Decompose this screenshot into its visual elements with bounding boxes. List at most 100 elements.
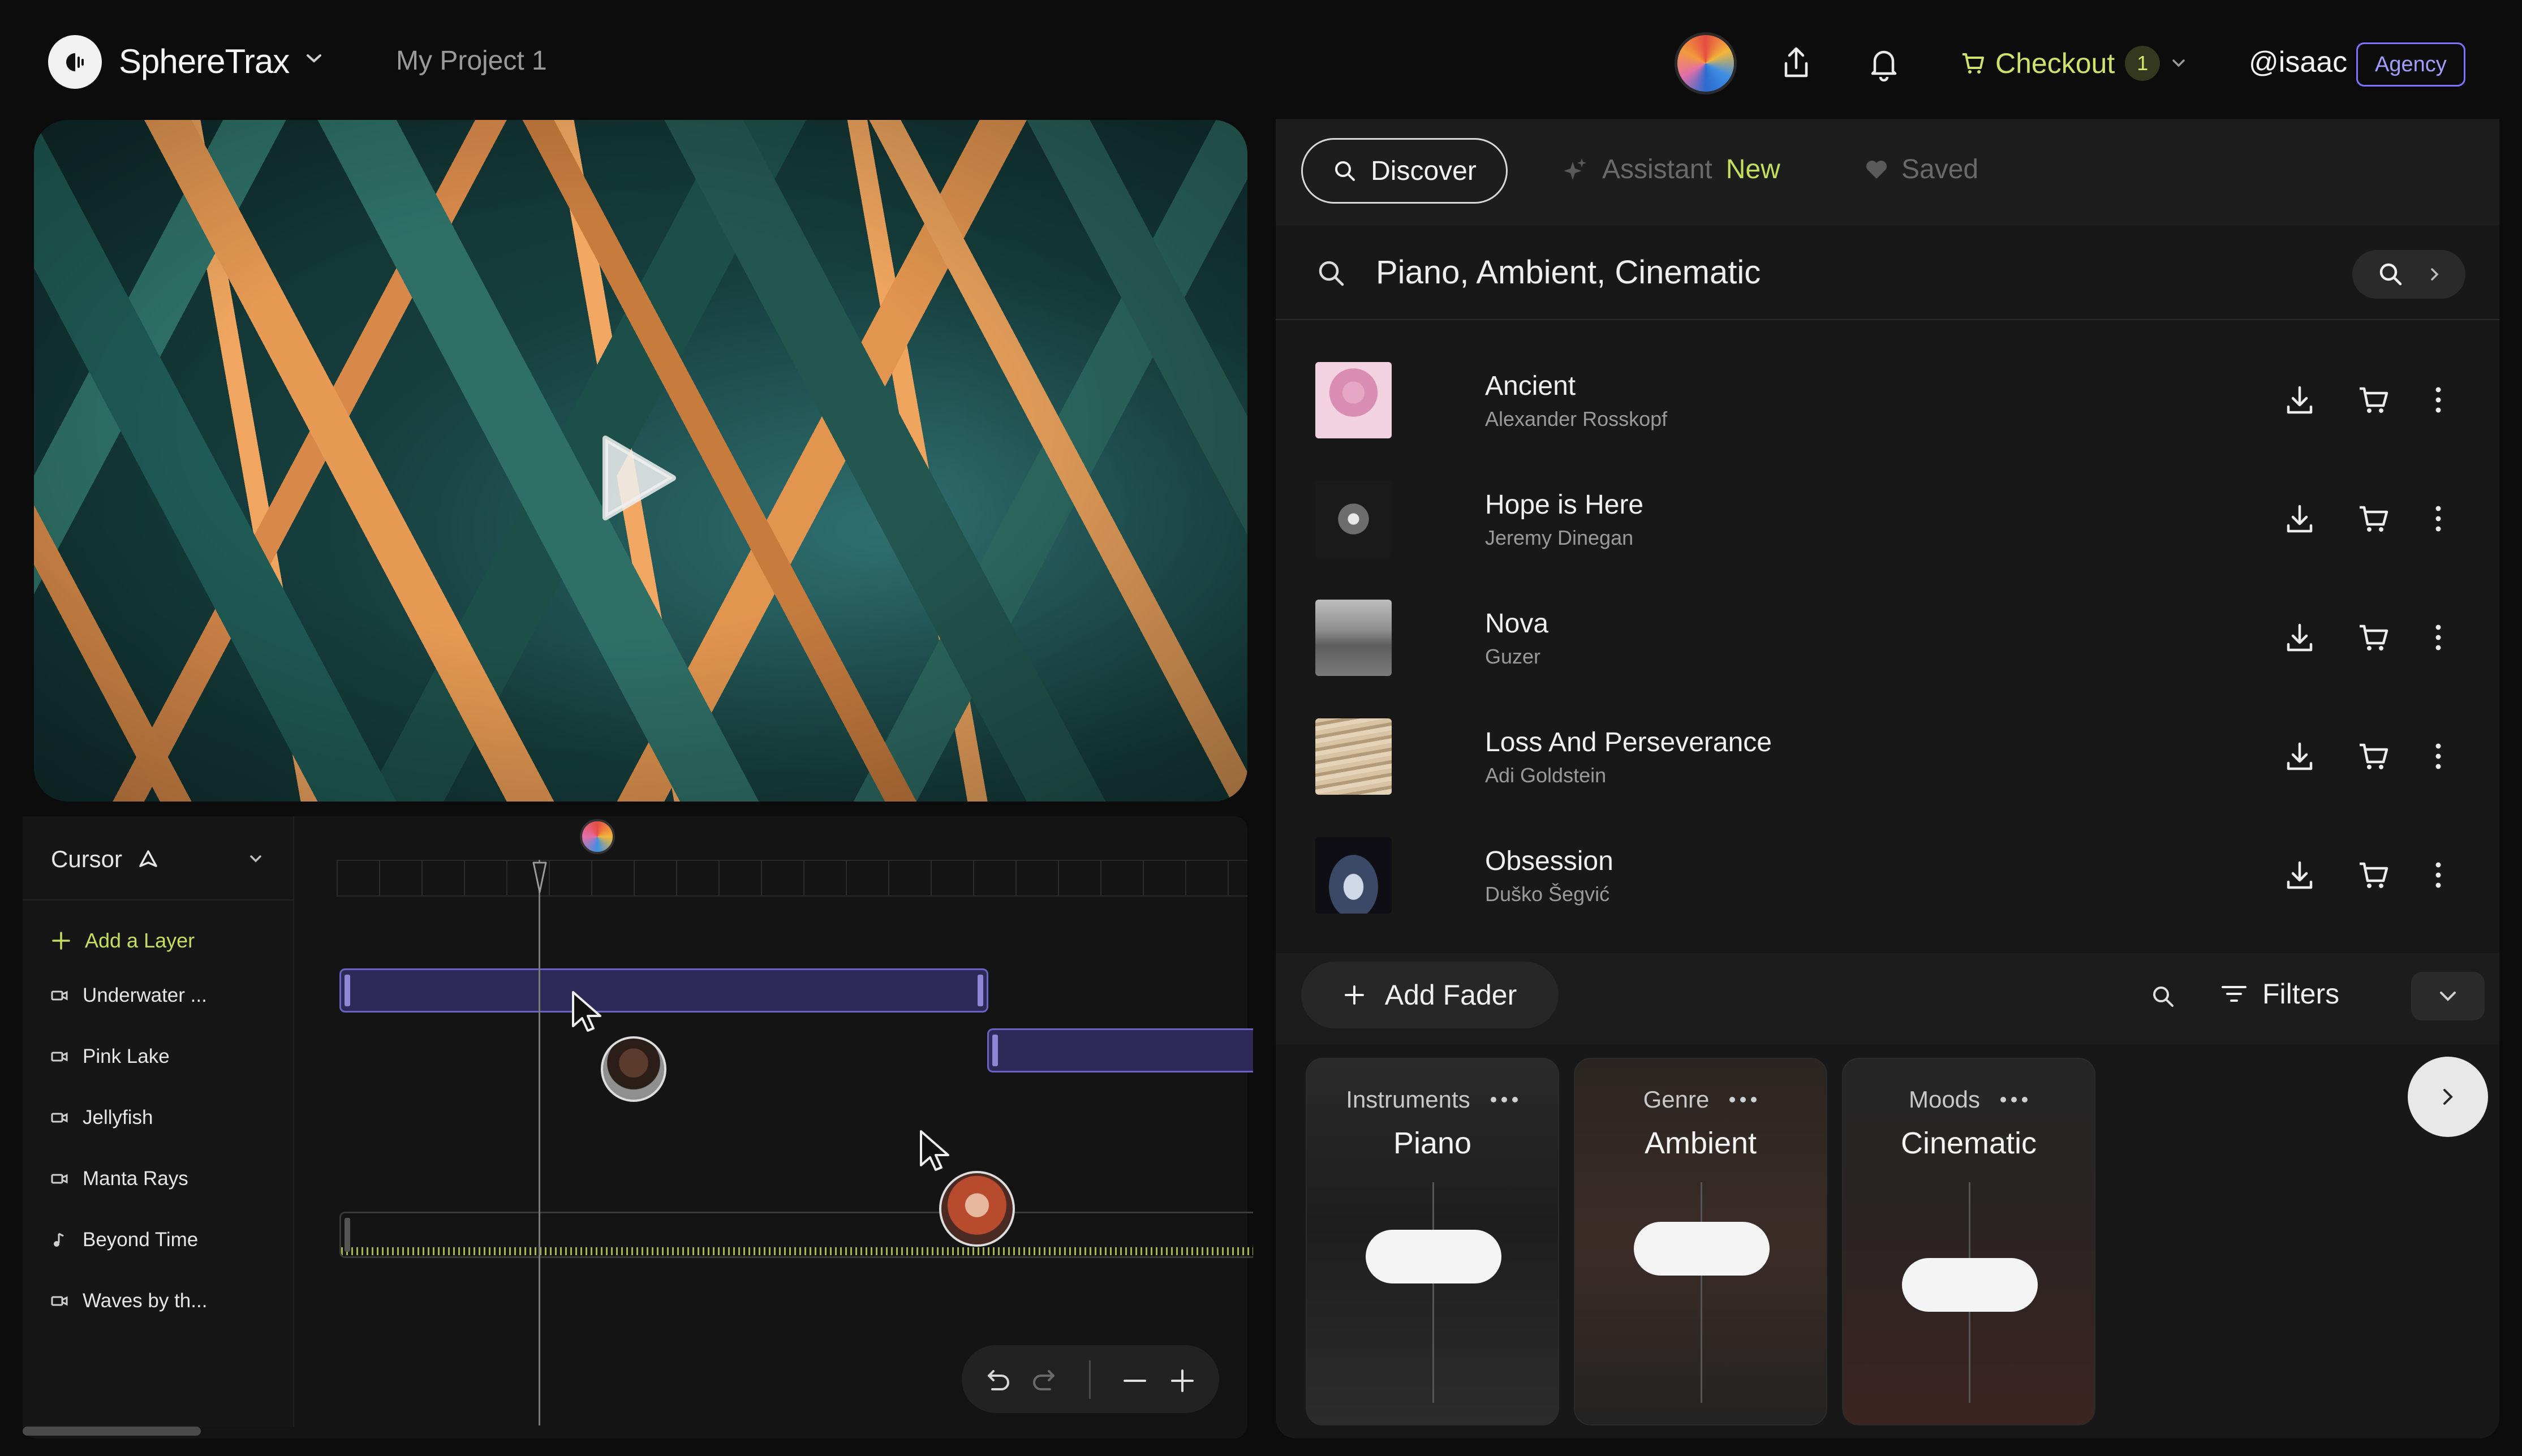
layer-item[interactable]: Jellyfish	[51, 1106, 153, 1129]
fader-card-header: Instruments	[1307, 1086, 1558, 1113]
download-icon[interactable]	[2283, 502, 2317, 536]
audio-clip-waveform[interactable]	[339, 1212, 1253, 1258]
search-submit-button[interactable]	[2352, 250, 2465, 299]
filters-label: Filters	[2262, 978, 2340, 1010]
next-faders-button[interactable]	[2408, 1057, 2488, 1137]
search-icon	[1319, 261, 1344, 286]
checkout-button[interactable]: Checkout 1	[1960, 41, 2187, 86]
collaborator-avatar	[580, 819, 615, 854]
chevron-down-icon	[2440, 992, 2456, 1001]
plus-icon	[1344, 985, 1364, 1005]
track-row[interactable]: Ancient Alexander Rosskopf	[1276, 342, 2499, 461]
divider	[1089, 1360, 1091, 1399]
playhead[interactable]	[539, 860, 540, 1425]
fader-knob[interactable]	[1366, 1230, 1501, 1283]
sparkle-icon	[1564, 158, 1586, 180]
cart-icon[interactable]	[2356, 739, 2390, 773]
share-icon[interactable]	[1779, 45, 1813, 80]
play-icon[interactable]	[600, 433, 679, 523]
more-vertical-icon[interactable]	[2430, 739, 2447, 773]
cursor-mode-selector[interactable]: Cursor	[51, 846, 160, 873]
fader-track	[1432, 1182, 1434, 1403]
video-icon	[51, 1113, 68, 1123]
layer-item[interactable]: Manta Rays	[51, 1168, 188, 1190]
more-vertical-icon[interactable]	[2430, 621, 2447, 654]
cart-icon[interactable]	[2356, 383, 2390, 417]
download-icon[interactable]	[2283, 739, 2317, 773]
fader-knob[interactable]	[1902, 1258, 2038, 1312]
user-handle[interactable]: @isaac	[2249, 45, 2347, 79]
layer-label: Jellyfish	[83, 1106, 153, 1128]
more-vertical-icon[interactable]	[2430, 858, 2447, 892]
search-input[interactable]: Piano, Ambient, Cinematic	[1376, 253, 1761, 291]
brand-name[interactable]: SphereTrax	[119, 42, 290, 81]
filters-button[interactable]: Filters	[2220, 977, 2339, 1010]
divider	[23, 899, 294, 901]
download-icon[interactable]	[2283, 621, 2317, 654]
plan-badge: Agency	[2356, 42, 2465, 87]
add-layer-button[interactable]: Add a Layer	[51, 929, 195, 953]
layer-label: Pink Lake	[83, 1045, 170, 1067]
plus-icon	[52, 932, 70, 950]
more-horizontal-icon[interactable]	[1728, 1096, 1758, 1104]
new-badge: New	[1725, 154, 1780, 184]
search-icon[interactable]	[2150, 983, 2177, 1010]
album-art	[1315, 718, 1392, 795]
redo-icon[interactable]	[1031, 1368, 1059, 1394]
layer-label: Underwater ...	[83, 984, 207, 1006]
more-horizontal-icon[interactable]	[1999, 1096, 2029, 1104]
chevron-down-icon[interactable]	[248, 853, 264, 864]
zoom-in-icon[interactable]	[1169, 1368, 1196, 1394]
remote-cursor-icon	[920, 1130, 949, 1171]
fader-card-moods[interactable]: Moods Cinematic	[1842, 1058, 2095, 1425]
track-row[interactable]: Obsession Duško Šegvić	[1276, 817, 2499, 936]
user-avatar[interactable]	[1675, 32, 1737, 94]
more-horizontal-icon[interactable]	[1490, 1096, 1519, 1104]
download-icon[interactable]	[2283, 383, 2317, 417]
cart-icon[interactable]	[2356, 858, 2390, 892]
track-row[interactable]: Loss And Perseverance Adi Goldstein	[1276, 699, 2499, 817]
zoom-out-icon[interactable]	[1121, 1368, 1148, 1394]
soundwave-logo-icon	[58, 45, 92, 79]
track-artist: Duško Šegvić	[1485, 882, 1610, 906]
more-vertical-icon[interactable]	[2430, 502, 2447, 536]
tab-discover[interactable]: Discover	[1301, 138, 1508, 204]
video-icon	[51, 1052, 68, 1062]
add-fader-label: Add Fader	[1384, 979, 1517, 1011]
video-clip[interactable]	[339, 968, 988, 1013]
layer-item[interactable]: Waves by th...	[51, 1290, 207, 1312]
add-layer-label: Add a Layer	[85, 929, 195, 952]
layer-item[interactable]: Pink Lake	[51, 1045, 170, 1068]
fader-card-instruments[interactable]: Instruments Piano	[1306, 1058, 1559, 1425]
cart-icon[interactable]	[2356, 502, 2390, 536]
cart-icon[interactable]	[2356, 621, 2390, 654]
track-artist: Alexander Rosskopf	[1485, 407, 1668, 430]
fader-category: Moods	[1908, 1086, 1981, 1113]
more-vertical-icon[interactable]	[2430, 383, 2447, 417]
app-logo[interactable]	[48, 35, 102, 89]
fader-knob[interactable]	[1634, 1222, 1770, 1276]
collapse-button[interactable]	[2411, 972, 2485, 1020]
cursor-mode-label: Cursor	[51, 846, 123, 872]
playhead-handle-icon[interactable]	[532, 861, 548, 895]
undo-icon[interactable]	[983, 1368, 1012, 1394]
tab-saved[interactable]: Saved	[1864, 154, 1978, 185]
track-row[interactable]: Hope is Here Jeremy Dinegan	[1276, 461, 2499, 580]
fader-card-genre[interactable]: Genre Ambient	[1574, 1058, 1827, 1425]
bell-icon[interactable]	[1867, 45, 1901, 81]
track-title: Nova	[1485, 609, 1549, 639]
layer-item[interactable]: Beyond Time	[51, 1229, 198, 1251]
search-icon	[1335, 161, 1355, 181]
download-icon[interactable]	[2283, 858, 2317, 892]
track-row[interactable]: Nova Guzer	[1276, 580, 2499, 699]
fader-value: Piano	[1393, 1126, 1472, 1160]
timeline-ruler[interactable]	[337, 860, 1247, 897]
video-clip[interactable]	[987, 1028, 1253, 1072]
layer-item[interactable]: Underwater ...	[51, 984, 207, 1007]
add-fader-button[interactable]: Add Fader	[1301, 962, 1559, 1028]
tab-assistant[interactable]: Assistant New	[1561, 154, 1780, 185]
project-name[interactable]: My Project 1	[396, 45, 547, 76]
chevron-down-icon[interactable]	[304, 52, 324, 64]
horizontal-scrollbar[interactable]	[23, 1427, 201, 1436]
track-title: Loss And Perseverance	[1485, 727, 1772, 757]
